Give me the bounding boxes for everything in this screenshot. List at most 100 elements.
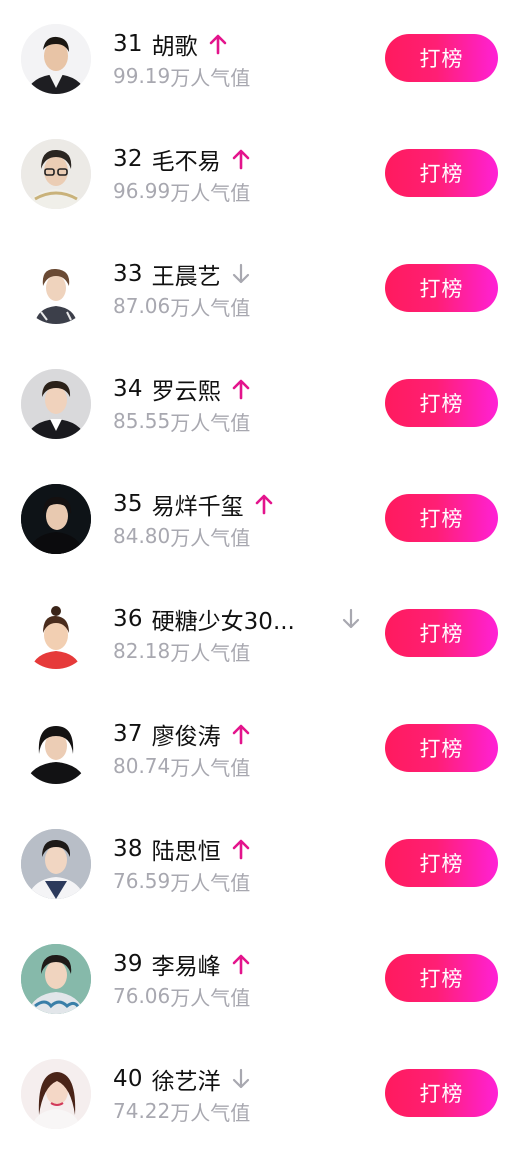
score-unit: 万人气值 [170, 640, 251, 665]
title-line: 39 李易峰 [113, 948, 251, 980]
avatar[interactable] [21, 254, 91, 324]
ranking-row: 39 李易峰 76.06 万人气值 打榜 [0, 920, 515, 1035]
ranking-row: 35 易烊千玺 84.80 万人气值 打榜 [0, 460, 515, 575]
title-line: 37 廖俊涛 [113, 718, 251, 750]
rank-number: 40 [113, 1066, 143, 1092]
vote-button[interactable]: 打榜 [385, 954, 498, 1002]
ranking-row: 32 毛不易 96.99 万人气值 打榜 [0, 115, 515, 230]
vote-button[interactable]: 打榜 [385, 724, 498, 772]
vote-button[interactable]: 打榜 [385, 379, 498, 427]
score-value: 82.18 [113, 639, 171, 663]
star-name[interactable]: 陆思恒 [152, 832, 221, 866]
score-value: 76.59 [113, 869, 171, 893]
score-value: 84.80 [113, 524, 171, 548]
star-name[interactable]: 王晨艺 [152, 257, 221, 291]
star-name[interactable]: 易烊千玺 [152, 487, 244, 521]
avatar[interactable] [21, 714, 91, 784]
vote-button[interactable]: 打榜 [385, 494, 498, 542]
score-value: 96.99 [113, 179, 171, 203]
title-line: 31 胡歌 [113, 28, 228, 60]
ranking-row: 36 硬糖少女30... 82.18 万人气值 打榜 [0, 575, 515, 690]
vote-button[interactable]: 打榜 [385, 149, 498, 197]
trend-up-icon [231, 148, 251, 170]
trend-down-icon [231, 1068, 251, 1090]
avatar[interactable] [21, 829, 91, 899]
score-value: 80.74 [113, 754, 171, 778]
score-unit: 万人气值 [170, 1100, 251, 1125]
score-unit: 万人气值 [170, 525, 251, 550]
star-name[interactable]: 徐艺洋 [152, 1062, 221, 1096]
ranking-row: 40 徐艺洋 74.22 万人气值 打榜 [0, 1035, 515, 1150]
vote-button[interactable]: 打榜 [385, 1069, 498, 1117]
trend-up-icon [231, 378, 251, 400]
title-line: 38 陆思恒 [113, 833, 251, 865]
avatar[interactable] [21, 24, 91, 94]
score-unit: 万人气值 [170, 180, 251, 205]
trend-up-icon [231, 953, 251, 975]
rank-number: 39 [113, 951, 143, 977]
score-unit: 万人气值 [170, 410, 251, 435]
popularity-score: 85.55 万人气值 [113, 408, 251, 435]
vote-button[interactable]: 打榜 [385, 609, 498, 657]
popularity-score: 99.19 万人气值 [113, 63, 251, 90]
title-line: 36 硬糖少女30... [113, 603, 295, 635]
star-name[interactable]: 廖俊涛 [152, 717, 221, 751]
vote-button[interactable]: 打榜 [385, 839, 498, 887]
rank-number: 38 [113, 836, 143, 862]
trend-up-icon [231, 838, 251, 860]
score-unit: 万人气值 [170, 985, 251, 1010]
avatar[interactable] [21, 139, 91, 209]
popularity-score: 87.06 万人气值 [113, 293, 251, 320]
title-line: 40 徐艺洋 [113, 1063, 251, 1095]
score-value: 76.06 [113, 984, 171, 1008]
trend-up-icon [254, 493, 274, 515]
avatar[interactable] [21, 369, 91, 439]
score-value: 87.06 [113, 294, 171, 318]
avatar[interactable] [21, 599, 91, 669]
avatar[interactable] [21, 1059, 91, 1129]
rank-number: 36 [113, 606, 143, 632]
popularity-score: 76.06 万人气值 [113, 983, 251, 1010]
avatar[interactable] [21, 944, 91, 1014]
vote-button[interactable]: 打榜 [385, 264, 498, 312]
avatar[interactable] [21, 484, 91, 554]
ranking-list: 31 胡歌 99.19 万人气值 打榜 32 毛不易 96.99 万人气值 打榜… [0, 0, 515, 1155]
rank-number: 35 [113, 491, 143, 517]
title-line: 34 罗云熙 [113, 373, 251, 405]
score-unit: 万人气值 [170, 65, 251, 90]
popularity-score: 76.59 万人气值 [113, 868, 251, 895]
popularity-score: 84.80 万人气值 [113, 523, 251, 550]
popularity-score: 74.22 万人气值 [113, 1098, 251, 1125]
star-name[interactable]: 毛不易 [152, 142, 221, 176]
rank-number: 32 [113, 146, 143, 172]
ranking-row: 31 胡歌 99.19 万人气值 打榜 [0, 0, 515, 115]
popularity-score: 96.99 万人气值 [113, 178, 251, 205]
popularity-score: 82.18 万人气值 [113, 638, 251, 665]
popularity-score: 80.74 万人气值 [113, 753, 250, 780]
trend-up-icon [208, 33, 228, 55]
rank-number: 34 [113, 376, 143, 402]
score-value: 99.19 [113, 64, 171, 88]
title-line: 32 毛不易 [113, 143, 251, 175]
ranking-row: 38 陆思恒 76.59 万人气值 打榜 [0, 805, 515, 920]
star-name[interactable]: 罗云熙 [152, 372, 221, 406]
ranking-row: 37 廖俊涛 80.74 万人气值 打榜 [0, 690, 515, 805]
trend-down-icon [341, 608, 361, 630]
rank-number: 31 [113, 31, 143, 57]
ranking-row: 33 王晨艺 87.06 万人气值 打榜 [0, 230, 515, 345]
star-name[interactable]: 胡歌 [152, 27, 198, 61]
title-line: 33 王晨艺 [113, 258, 251, 290]
rank-number: 33 [113, 261, 143, 287]
score-value: 85.55 [113, 409, 171, 433]
score-unit: 万人气值 [170, 295, 251, 320]
score-value: 74.22 [113, 1099, 171, 1123]
ranking-row: 34 罗云熙 85.55 万人气值 打榜 [0, 345, 515, 460]
trend-up-icon [231, 723, 251, 745]
star-name[interactable]: 李易峰 [152, 947, 221, 981]
rank-number: 37 [113, 721, 143, 747]
trend-down-icon [231, 263, 251, 285]
vote-button[interactable]: 打榜 [385, 34, 498, 82]
star-name[interactable]: 硬糖少女30... [152, 602, 295, 636]
title-line: 35 易烊千玺 [113, 488, 274, 520]
score-unit: 万人气值 [170, 870, 251, 895]
